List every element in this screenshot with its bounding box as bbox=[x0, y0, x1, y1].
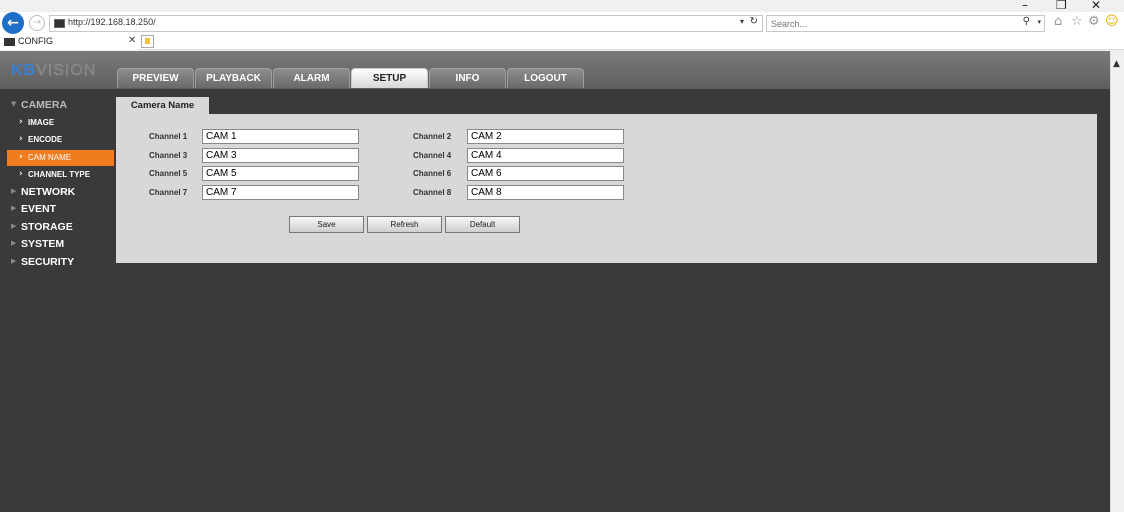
sidebar-item-label: SECURITY bbox=[21, 256, 75, 268]
tab-playback[interactable]: PLAYBACK bbox=[195, 68, 272, 88]
kbvision-logo: KBVISION bbox=[11, 62, 97, 79]
favorites-star-icon[interactable]: ☆ bbox=[1071, 14, 1083, 29]
tab-setup[interactable]: SETUP bbox=[351, 68, 428, 88]
sidebar-item-cam-name[interactable]: › CAM NAME bbox=[7, 150, 114, 166]
collapsed-arrow-icon: ▶ bbox=[11, 222, 17, 230]
close-window-icon[interactable]: ✕ bbox=[1091, 0, 1101, 12]
settings-gear-icon[interactable]: ⚙ bbox=[1088, 14, 1100, 29]
channel-label: Channel 7 bbox=[149, 188, 188, 197]
sidebar-item-channel-type[interactable]: › CHANNEL TYPE bbox=[0, 167, 114, 183]
channel-label: Channel 6 bbox=[413, 169, 452, 178]
sidebar-item-storage[interactable]: ▶ STORAGE bbox=[0, 219, 114, 235]
channel-label: Channel 5 bbox=[149, 169, 188, 178]
vertical-scrollbar[interactable]: ▲ bbox=[1110, 51, 1124, 512]
chevron-right-icon: › bbox=[19, 169, 23, 179]
collapsed-arrow-icon: ▶ bbox=[11, 187, 17, 195]
channel-label: Channel 4 bbox=[413, 151, 452, 160]
search-icon[interactable]: ⚲ bbox=[1023, 16, 1030, 27]
save-button[interactable]: Save bbox=[289, 216, 364, 233]
sidebar-item-event[interactable]: ▶ EVENT bbox=[0, 201, 114, 217]
url-text[interactable]: http://192.168.18.250/ bbox=[68, 17, 156, 27]
collapsed-arrow-icon: ▶ bbox=[11, 204, 17, 212]
camera-name-panel: Channel 1 Channel 2 Channel 3 Channel 4 … bbox=[116, 114, 1097, 263]
site-favicon-icon bbox=[54, 19, 65, 28]
smiley-feedback-icon[interactable]: ☺ bbox=[1105, 14, 1119, 29]
channel-label: Channel 1 bbox=[149, 132, 188, 141]
channel-1-name-input[interactable] bbox=[202, 129, 359, 144]
sidebar-item-camera[interactable]: ▼ CAMERA bbox=[0, 97, 114, 113]
chevron-right-icon: › bbox=[19, 117, 23, 127]
sidebar-item-image[interactable]: › IMAGE bbox=[0, 115, 114, 131]
new-tab-icon[interactable] bbox=[141, 35, 154, 48]
url-dropdown-icon[interactable]: ▾ bbox=[740, 17, 744, 26]
chevron-right-icon: › bbox=[19, 152, 23, 162]
channel-label: Channel 8 bbox=[413, 188, 452, 197]
channel-7-name-input[interactable] bbox=[202, 185, 359, 200]
window-controls: – ❐ ✕ bbox=[1014, 0, 1124, 12]
address-bar: ← → http://192.168.18.250/ ▾ ↻ ⚲ ▾ ⌂ ☆ ⚙… bbox=[0, 12, 1124, 34]
channel-2-name-input[interactable] bbox=[467, 129, 624, 144]
chevron-right-icon: › bbox=[19, 134, 23, 144]
channel-5-name-input[interactable] bbox=[202, 166, 359, 181]
channel-4-name-input[interactable] bbox=[467, 148, 624, 163]
sidebar-item-label: ENCODE bbox=[28, 135, 63, 144]
expanded-arrow-icon: ▼ bbox=[11, 100, 17, 108]
search-dropdown-icon[interactable]: ▾ bbox=[1037, 18, 1041, 26]
sidebar-item-label: CAM NAME bbox=[28, 153, 72, 162]
sidebar-item-encode[interactable]: › ENCODE bbox=[0, 132, 114, 148]
search-box[interactable]: ⚲ ▾ bbox=[766, 15, 1045, 32]
sidebar-item-label: SYSTEM bbox=[21, 238, 65, 250]
tab-info[interactable]: INFO bbox=[429, 68, 506, 88]
sidebar-item-system[interactable]: ▶ SYSTEM bbox=[0, 236, 114, 252]
sidebar-item-label: NETWORK bbox=[21, 186, 76, 198]
restore-icon[interactable]: ❐ bbox=[1056, 0, 1067, 12]
tab-favicon-icon bbox=[4, 38, 15, 46]
collapsed-arrow-icon: ▶ bbox=[11, 239, 17, 247]
home-icon[interactable]: ⌂ bbox=[1054, 14, 1062, 29]
default-button[interactable]: Default bbox=[445, 216, 520, 233]
refresh-button[interactable]: Refresh bbox=[367, 216, 442, 233]
close-tab-icon[interactable]: ✕ bbox=[128, 35, 136, 46]
panel-title-tab: Camera Name bbox=[116, 97, 209, 115]
sidebar-item-label: STORAGE bbox=[21, 221, 73, 233]
tab-preview[interactable]: PREVIEW bbox=[117, 68, 194, 88]
minimize-icon[interactable]: – bbox=[1022, 0, 1028, 12]
sidebar-item-label: EVENT bbox=[21, 203, 57, 215]
forward-arrow-icon[interactable]: → bbox=[29, 15, 45, 31]
sidebar-item-security[interactable]: ▶ SECURITY bbox=[0, 254, 114, 270]
collapsed-arrow-icon: ▶ bbox=[11, 257, 17, 265]
refresh-icon[interactable]: ↻ bbox=[750, 16, 758, 27]
browser-tab-strip: CONFIG ✕ bbox=[0, 34, 1124, 50]
sidebar-item-label: CAMERA bbox=[21, 99, 68, 111]
tab-logout[interactable]: LOGOUT bbox=[507, 68, 584, 88]
app-header: KBVISION PREVIEW PLAYBACK ALARM SETUP IN… bbox=[0, 51, 1110, 89]
browser-tab-config[interactable]: CONFIG ✕ bbox=[0, 34, 138, 50]
channel-label: Channel 2 bbox=[413, 132, 452, 141]
sidebar-item-label: IMAGE bbox=[28, 118, 55, 127]
channel-3-name-input[interactable] bbox=[202, 148, 359, 163]
browser-tab-title: CONFIG bbox=[18, 36, 53, 46]
config-page: KBVISION PREVIEW PLAYBACK ALARM SETUP IN… bbox=[0, 51, 1110, 512]
search-input[interactable] bbox=[771, 17, 1011, 30]
sidebar-item-network[interactable]: ▶ NETWORK bbox=[0, 184, 114, 200]
channel-label: Channel 3 bbox=[149, 151, 188, 160]
channel-6-name-input[interactable] bbox=[467, 166, 624, 181]
channel-8-name-input[interactable] bbox=[467, 185, 624, 200]
back-arrow-icon[interactable]: ← bbox=[2, 12, 24, 34]
scroll-up-icon[interactable]: ▲ bbox=[1113, 59, 1120, 69]
url-field[interactable]: http://192.168.18.250/ ▾ ↻ bbox=[49, 15, 763, 32]
tab-alarm[interactable]: ALARM bbox=[273, 68, 350, 88]
sidebar-item-label: CHANNEL TYPE bbox=[28, 170, 91, 179]
